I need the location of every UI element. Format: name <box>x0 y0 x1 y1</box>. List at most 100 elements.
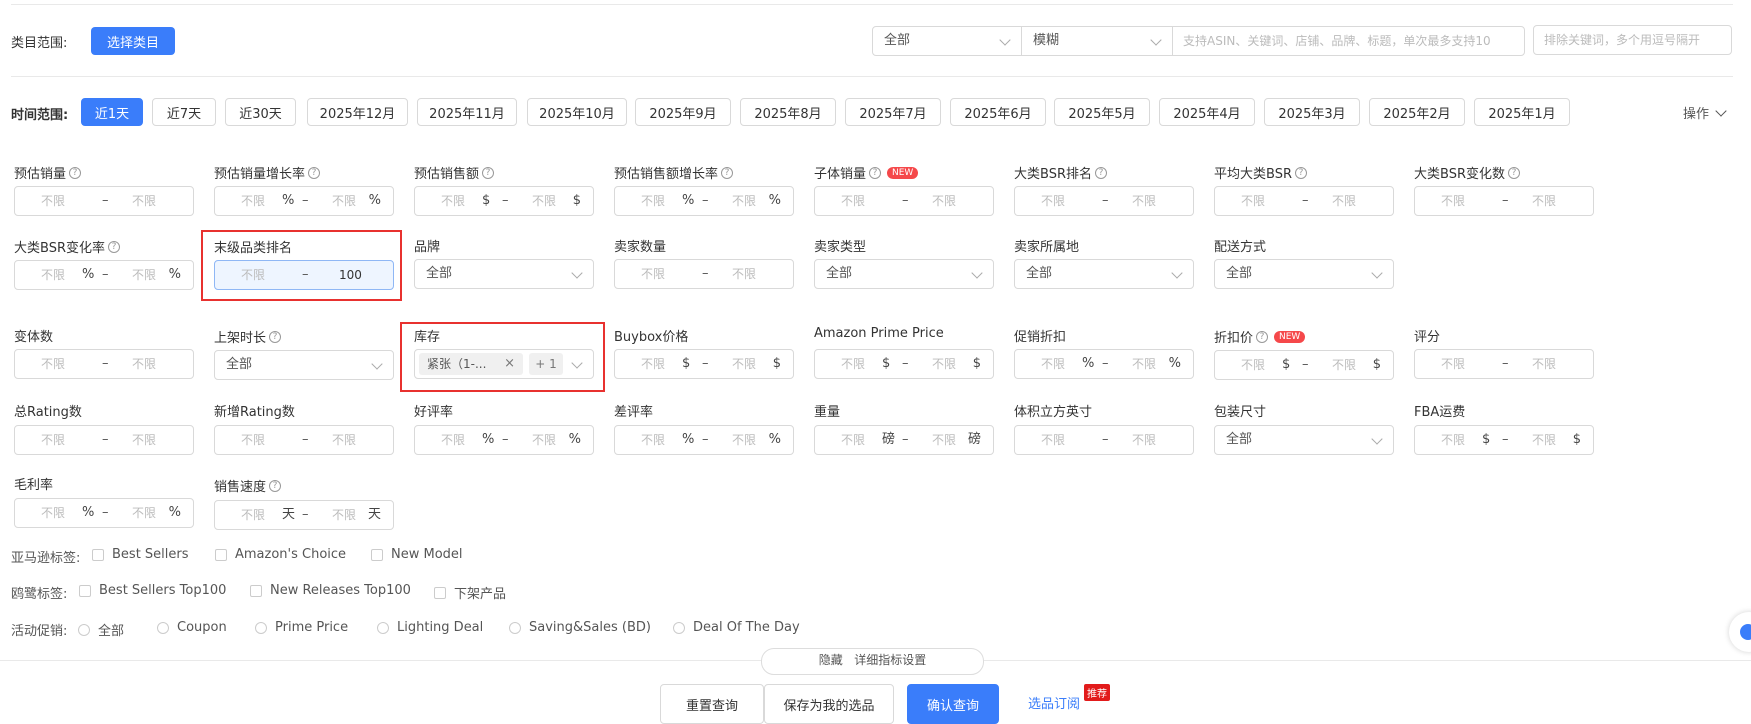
time-option[interactable]: 近1天 <box>81 98 143 126</box>
time-option[interactable]: 2025年7月 <box>845 98 941 126</box>
help-icon[interactable]: ? <box>1256 330 1269 343</box>
help-icon[interactable]: ? <box>721 166 734 179</box>
search-match-select[interactable]: 模糊 <box>1021 26 1173 56</box>
radio[interactable] <box>78 623 90 636</box>
seller-type-select[interactable]: 全部 <box>814 259 994 289</box>
radio-option[interactable]: Deal Of The Day <box>673 620 800 635</box>
promo-discount-range[interactable]: 不限% – 不限% <box>1014 349 1194 379</box>
radio-option[interactable]: 全部 <box>78 620 124 639</box>
checkbox-option[interactable]: Amazon's Choice <box>215 547 346 562</box>
search-input[interactable]: 支持ASIN、关键词、店铺、品牌、标题，单次最多支持10 <box>1172 26 1525 56</box>
est-revenue-range[interactable]: 不限 $ – 不限 $ <box>414 186 594 216</box>
radio[interactable] <box>255 621 267 634</box>
fba-fee-range[interactable]: 不限 $ – 不限 $ <box>1414 425 1594 455</box>
variants-range[interactable]: 不限 – 不限 <box>14 349 194 379</box>
gross-margin-range[interactable]: 不限% – 不限% <box>14 498 194 528</box>
filter-label: 总Rating数 <box>14 405 82 420</box>
time-option[interactable]: 2025年11月 <box>417 98 517 126</box>
time-option[interactable]: 2025年5月 <box>1054 98 1150 126</box>
weight-range[interactable]: 不限磅 – 不限磅 <box>814 425 994 455</box>
est-revenue-growth-range[interactable]: 不限% – 不限% <box>614 186 794 216</box>
volume-range[interactable]: 不限 – 不限 <box>1014 425 1194 455</box>
radio-option[interactable]: Lighting Deal <box>377 620 483 635</box>
reset-button[interactable]: 重置查询 <box>660 684 764 724</box>
prime-price-range[interactable]: 不限 $ – 不限 $ <box>814 349 994 379</box>
help-icon[interactable]: ? <box>269 330 282 343</box>
checkbox[interactable] <box>371 548 383 561</box>
help-icon[interactable]: ? <box>269 479 282 492</box>
time-option[interactable]: 近7天 <box>152 98 216 126</box>
search-scope-select[interactable]: 全部 <box>872 26 1022 56</box>
radio[interactable] <box>377 621 389 634</box>
brand-select[interactable]: 全部 <box>414 259 594 289</box>
checkbox[interactable] <box>92 548 104 561</box>
subscribe-link[interactable]: 选品订阅 <box>1028 693 1080 712</box>
chevron-down-icon <box>1371 433 1383 445</box>
child-sales-range[interactable]: 不限 – 不限 <box>814 186 994 216</box>
checkbox[interactable] <box>215 548 227 561</box>
avg-bsr-range[interactable]: 不限 – 不限 <box>1214 186 1394 216</box>
time-option[interactable]: 2025年10月 <box>527 98 627 126</box>
bad-rate-range[interactable]: 不限% – 不限% <box>614 425 794 455</box>
checkbox-option[interactable]: Best Sellers Top100 <box>79 583 226 598</box>
checkbox[interactable] <box>250 584 262 597</box>
help-icon[interactable]: ? <box>1294 166 1307 179</box>
help-icon[interactable]: ? <box>69 166 82 179</box>
checkbox-option[interactable]: New Releases Top100 <box>250 583 411 598</box>
radio-option[interactable]: Saving&Sales (BD) <box>509 620 651 635</box>
seller-count-range[interactable]: 不限 – 不限 <box>614 259 794 289</box>
save-button[interactable]: 保存为我的选品 <box>764 684 894 724</box>
help-icon[interactable]: ? <box>308 166 321 179</box>
sales-speed-range[interactable]: 不限天 – 不限天 <box>214 500 394 530</box>
filter-label: 预估销售额增长率? <box>614 163 734 182</box>
listing-age-select[interactable]: 全部 <box>214 350 394 380</box>
good-rate-range[interactable]: 不限% – 不限% <box>414 425 594 455</box>
shipping-select[interactable]: 全部 <box>1214 259 1394 289</box>
radio-option[interactable]: Coupon <box>157 620 227 635</box>
time-option[interactable]: 近30天 <box>225 98 296 126</box>
time-option[interactable]: 2025年2月 <box>1369 98 1465 126</box>
checkbox[interactable] <box>434 586 446 599</box>
package-size-select[interactable]: 全部 <box>1214 425 1394 455</box>
radio[interactable] <box>157 621 169 634</box>
select-category-button[interactable]: 选择类目 <box>91 27 175 55</box>
time-option[interactable]: 2025年8月 <box>740 98 836 126</box>
bsr-change-range[interactable]: 不限 – 不限 <box>1414 186 1594 216</box>
checkbox-option[interactable]: Best Sellers <box>92 547 189 562</box>
filter-label: 变体数 <box>14 330 54 345</box>
time-option[interactable]: 2025年9月 <box>635 98 731 126</box>
est-sales-range[interactable]: 不限 – 不限 <box>14 186 194 216</box>
rating-range[interactable]: 不限 – 不限 <box>1414 349 1594 379</box>
hide-detail-toggle[interactable]: 隐藏 详细指标设置 <box>761 648 984 675</box>
confirm-button[interactable]: 确认查询 <box>907 684 999 724</box>
bsr-change-rate-range[interactable]: 不限% – 不限% <box>14 260 194 290</box>
help-icon[interactable]: ? <box>1094 166 1107 179</box>
total-rating-range[interactable]: 不限 – 不限 <box>14 425 194 455</box>
checkbox-option[interactable]: New Model <box>371 547 463 562</box>
highlight-box <box>201 230 402 301</box>
bsr-rank-range[interactable]: 不限 – 不限 <box>1014 186 1194 216</box>
new-rating-range[interactable]: 不限 – 不限 <box>214 425 394 455</box>
support-chat-icon[interactable] <box>1729 612 1751 652</box>
help-icon[interactable]: ? <box>1507 166 1520 179</box>
est-sales-growth-range[interactable]: 不限% – 不限% <box>214 186 394 216</box>
buybox-range[interactable]: 不限 $ – 不限 $ <box>614 349 794 379</box>
checkbox[interactable] <box>79 584 91 597</box>
time-option[interactable]: 2025年1月 <box>1474 98 1570 126</box>
discount-price-range[interactable]: 不限 $ – 不限 $ <box>1214 350 1394 380</box>
operate-menu[interactable]: 操作 <box>1683 103 1727 122</box>
time-option[interactable]: 2025年6月 <box>950 98 1046 126</box>
time-option[interactable]: 2025年12月 <box>307 98 408 126</box>
filter-label: 重量 <box>814 405 841 420</box>
checkbox-option[interactable]: 下架产品 <box>434 583 506 602</box>
time-option[interactable]: 2025年4月 <box>1159 98 1255 126</box>
radio[interactable] <box>509 621 521 634</box>
radio-option[interactable]: Prime Price <box>255 620 348 635</box>
time-option[interactable]: 2025年3月 <box>1264 98 1360 126</box>
exclude-keywords-input[interactable]: 排除关键词，多个用逗号隔开 <box>1533 25 1732 55</box>
help-icon[interactable]: ? <box>482 166 495 179</box>
help-icon[interactable]: ? <box>107 240 120 253</box>
radio[interactable] <box>673 621 685 634</box>
help-icon[interactable]: ? <box>869 166 882 179</box>
seller-location-select[interactable]: 全部 <box>1014 259 1194 289</box>
